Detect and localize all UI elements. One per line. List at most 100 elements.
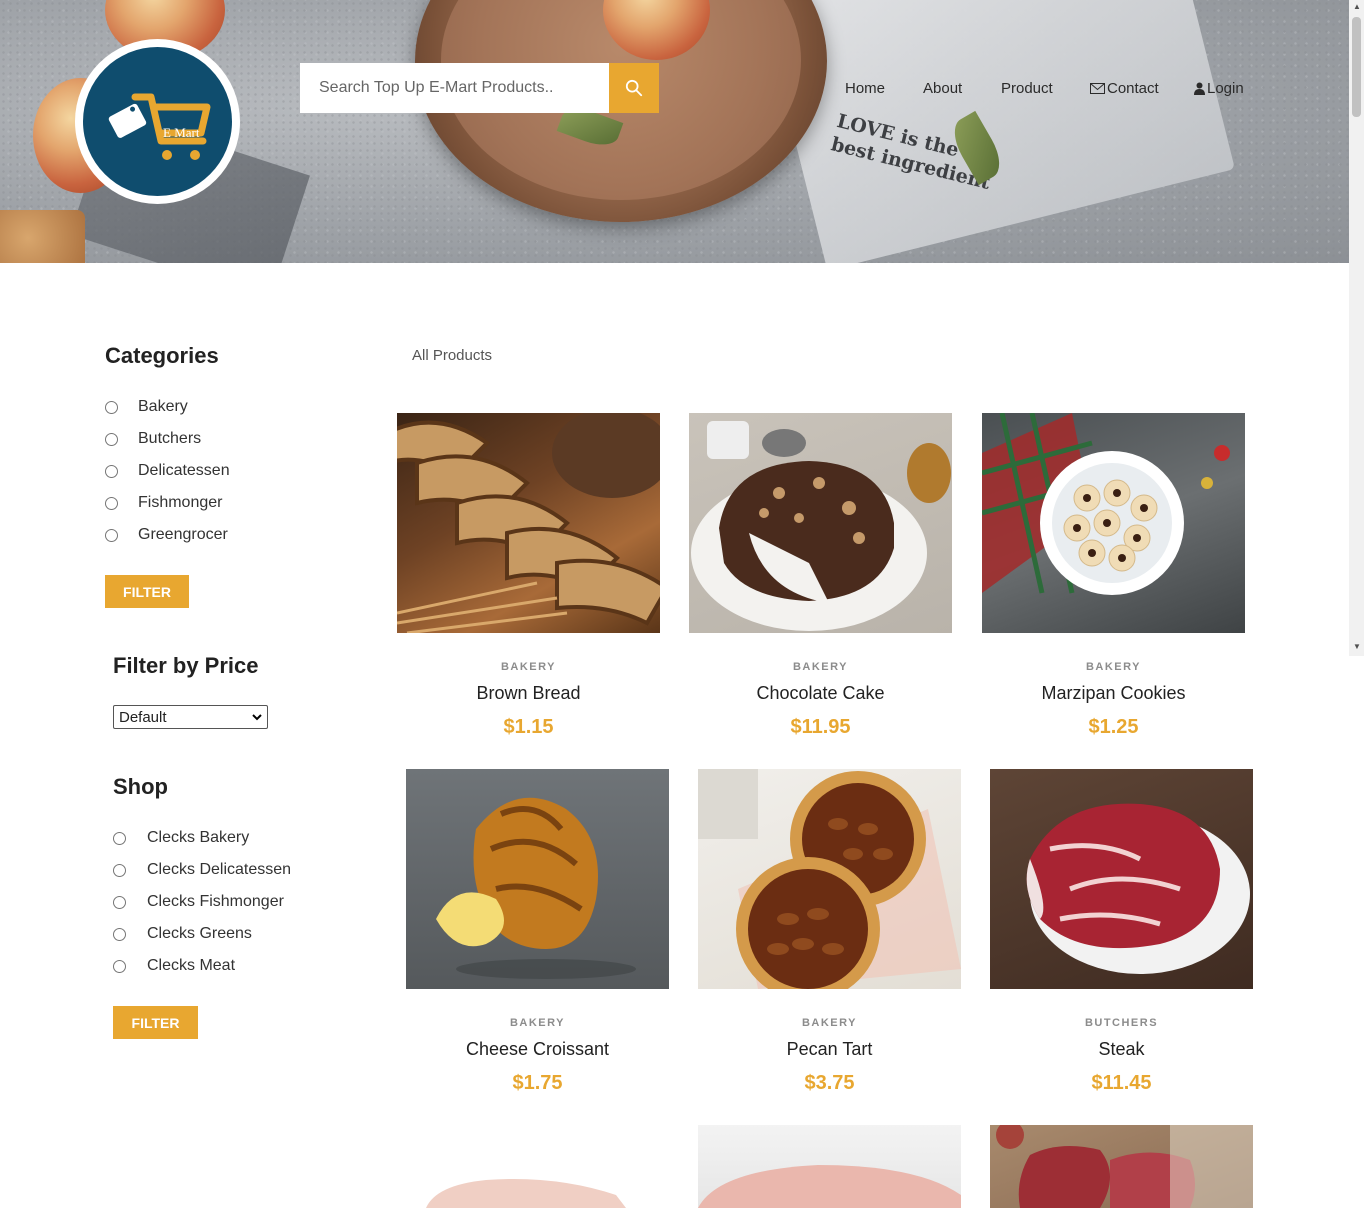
product-price: $3.75 xyxy=(804,1072,855,1094)
shop-option-fishmonger[interactable]: Clecks Fishmonger xyxy=(113,886,291,918)
search-input[interactable] xyxy=(300,63,609,113)
radio-button[interactable] xyxy=(105,432,118,446)
product-card[interactable] xyxy=(406,1125,669,1208)
shop-label: Clecks Meat xyxy=(147,957,236,974)
product-category: BAKERY xyxy=(801,1017,858,1029)
product-image[interactable] xyxy=(698,769,961,989)
product-image[interactable] xyxy=(397,413,660,633)
shop-option-greens[interactable]: Clecks Greens xyxy=(113,918,291,950)
radio-button[interactable] xyxy=(113,831,126,845)
shop-option-bakery[interactable]: Clecks Bakery xyxy=(113,822,291,854)
category-label: Butchers xyxy=(138,430,202,447)
category-label: Bakery xyxy=(138,398,188,415)
nav-about-link[interactable]: About xyxy=(923,80,962,97)
category-option-fishmonger[interactable]: Fishmonger xyxy=(105,487,230,519)
shop-label: Clecks Fishmonger xyxy=(147,893,284,910)
product-card[interactable] xyxy=(698,1125,961,1208)
product-name[interactable]: Marzipan Cookies xyxy=(982,683,1245,704)
user-icon xyxy=(1194,82,1205,95)
beef-image xyxy=(996,1125,1253,1208)
category-filter-button[interactable]: FILTER xyxy=(105,575,189,608)
radio-button[interactable] xyxy=(105,400,118,414)
nav-contact-link[interactable]: Contact xyxy=(1090,80,1159,97)
product-category: BUTCHERS xyxy=(1084,1017,1159,1029)
radio-button[interactable] xyxy=(113,927,126,941)
product-name[interactable]: Cheese Croissant xyxy=(406,1039,669,1060)
product-name[interactable]: Steak xyxy=(990,1039,1253,1060)
radio-button[interactable] xyxy=(113,895,126,909)
page-scrollbar[interactable]: ▲ ▼ xyxy=(1349,0,1364,656)
product-image[interactable] xyxy=(698,1125,961,1208)
product-card[interactable] xyxy=(990,1125,1253,1208)
product-image[interactable] xyxy=(990,1125,1253,1208)
product-card-chocolate-cake[interactable]: BAKERY Chocolate Cake $11.95 xyxy=(689,413,952,739)
product-card-brown-bread[interactable]: BAKERY Brown Bread $1.15 xyxy=(397,413,660,739)
logo-wordmark: E Mart xyxy=(163,125,200,140)
product-price: $1.25 xyxy=(1088,716,1139,738)
cake-image xyxy=(691,421,951,631)
price-sort-select[interactable]: Default xyxy=(113,705,268,729)
shop-option-meat[interactable]: Clecks Meat xyxy=(113,950,291,982)
nav-home-label: Home xyxy=(845,80,886,97)
product-category: BAKERY xyxy=(509,1017,566,1029)
product-name[interactable]: Brown Bread xyxy=(397,683,660,704)
search-bar xyxy=(300,63,659,113)
radio-button[interactable] xyxy=(113,863,126,877)
category-label: Greengrocer xyxy=(138,526,228,543)
shop-label: Clecks Greens xyxy=(147,925,252,942)
product-price: $1.15 xyxy=(503,716,554,738)
shop-list: Clecks Bakery Clecks Delicatessen Clecks… xyxy=(113,822,291,982)
product-image[interactable] xyxy=(982,413,1245,633)
category-option-butchers[interactable]: Butchers xyxy=(105,423,230,455)
scrollbar-thumb[interactable] xyxy=(1352,17,1361,117)
shop-label: Clecks Bakery xyxy=(147,829,250,846)
shop-label: Clecks Delicatessen xyxy=(147,861,292,878)
product-image[interactable] xyxy=(406,1125,669,1208)
nav-product-link[interactable]: Product xyxy=(1001,80,1053,97)
product-name[interactable]: Chocolate Cake xyxy=(689,683,952,704)
radio-button[interactable] xyxy=(113,959,126,973)
product-image[interactable] xyxy=(689,413,952,633)
scroll-up-arrow[interactable]: ▲ xyxy=(1353,2,1361,11)
all-products-heading: All Products xyxy=(412,347,493,364)
radio-button[interactable] xyxy=(105,464,118,478)
product-price: $11.95 xyxy=(790,716,851,738)
product-image[interactable] xyxy=(406,769,669,989)
radio-button[interactable] xyxy=(105,528,118,542)
search-button[interactable] xyxy=(609,63,659,113)
shop-title: Shop xyxy=(113,774,168,799)
shop-filter-button[interactable]: FILTER xyxy=(113,1006,198,1039)
site-logo[interactable]: E Mart xyxy=(75,39,240,204)
category-option-bakery[interactable]: Bakery xyxy=(105,391,230,423)
scroll-down-arrow[interactable]: ▼ xyxy=(1353,642,1361,651)
nav-login-link[interactable]: Login xyxy=(1194,80,1244,97)
product-price: $1.75 xyxy=(512,1072,563,1094)
pecan-tart-image xyxy=(698,769,961,989)
chicken-image xyxy=(426,1179,626,1208)
product-card-pecan-tart[interactable]: BAKERY Pecan Tart $3.75 xyxy=(698,769,961,1095)
shop-option-delicatessen[interactable]: Clecks Delicatessen xyxy=(113,854,291,886)
product-card-marzipan-cookies[interactable]: BAKERY Marzipan Cookies $1.25 xyxy=(982,413,1245,739)
cart-icon xyxy=(108,93,211,160)
category-option-greengrocer[interactable]: Greengrocer xyxy=(105,519,230,551)
nav-home-link[interactable]: Home xyxy=(845,80,885,97)
product-image[interactable] xyxy=(990,769,1253,989)
category-label: Delicatessen xyxy=(138,462,230,479)
cookies-image xyxy=(982,413,1230,595)
nav-contact-label: Contact xyxy=(1107,80,1159,97)
bread-image xyxy=(397,413,660,633)
categories-title: Categories xyxy=(105,343,219,368)
nav-product-label: Product xyxy=(1001,80,1053,97)
category-option-delicatessen[interactable]: Delicatessen xyxy=(105,455,230,487)
product-card-cheese-croissant[interactable]: BAKERY Cheese Croissant $1.75 xyxy=(406,769,669,1095)
categories-list: Bakery Butchers Delicatessen Fishmonger … xyxy=(105,391,230,551)
product-name[interactable]: Pecan Tart xyxy=(698,1039,961,1060)
product-category: BAKERY xyxy=(792,661,849,673)
nav-login-label: Login xyxy=(1207,80,1244,97)
product-card-steak[interactable]: BUTCHERS Steak $11.45 xyxy=(990,769,1253,1095)
radio-button[interactable] xyxy=(105,496,118,510)
product-category: BAKERY xyxy=(1085,661,1142,673)
search-icon xyxy=(625,79,643,97)
croissant-image xyxy=(436,797,636,979)
steak-image xyxy=(1026,803,1250,974)
